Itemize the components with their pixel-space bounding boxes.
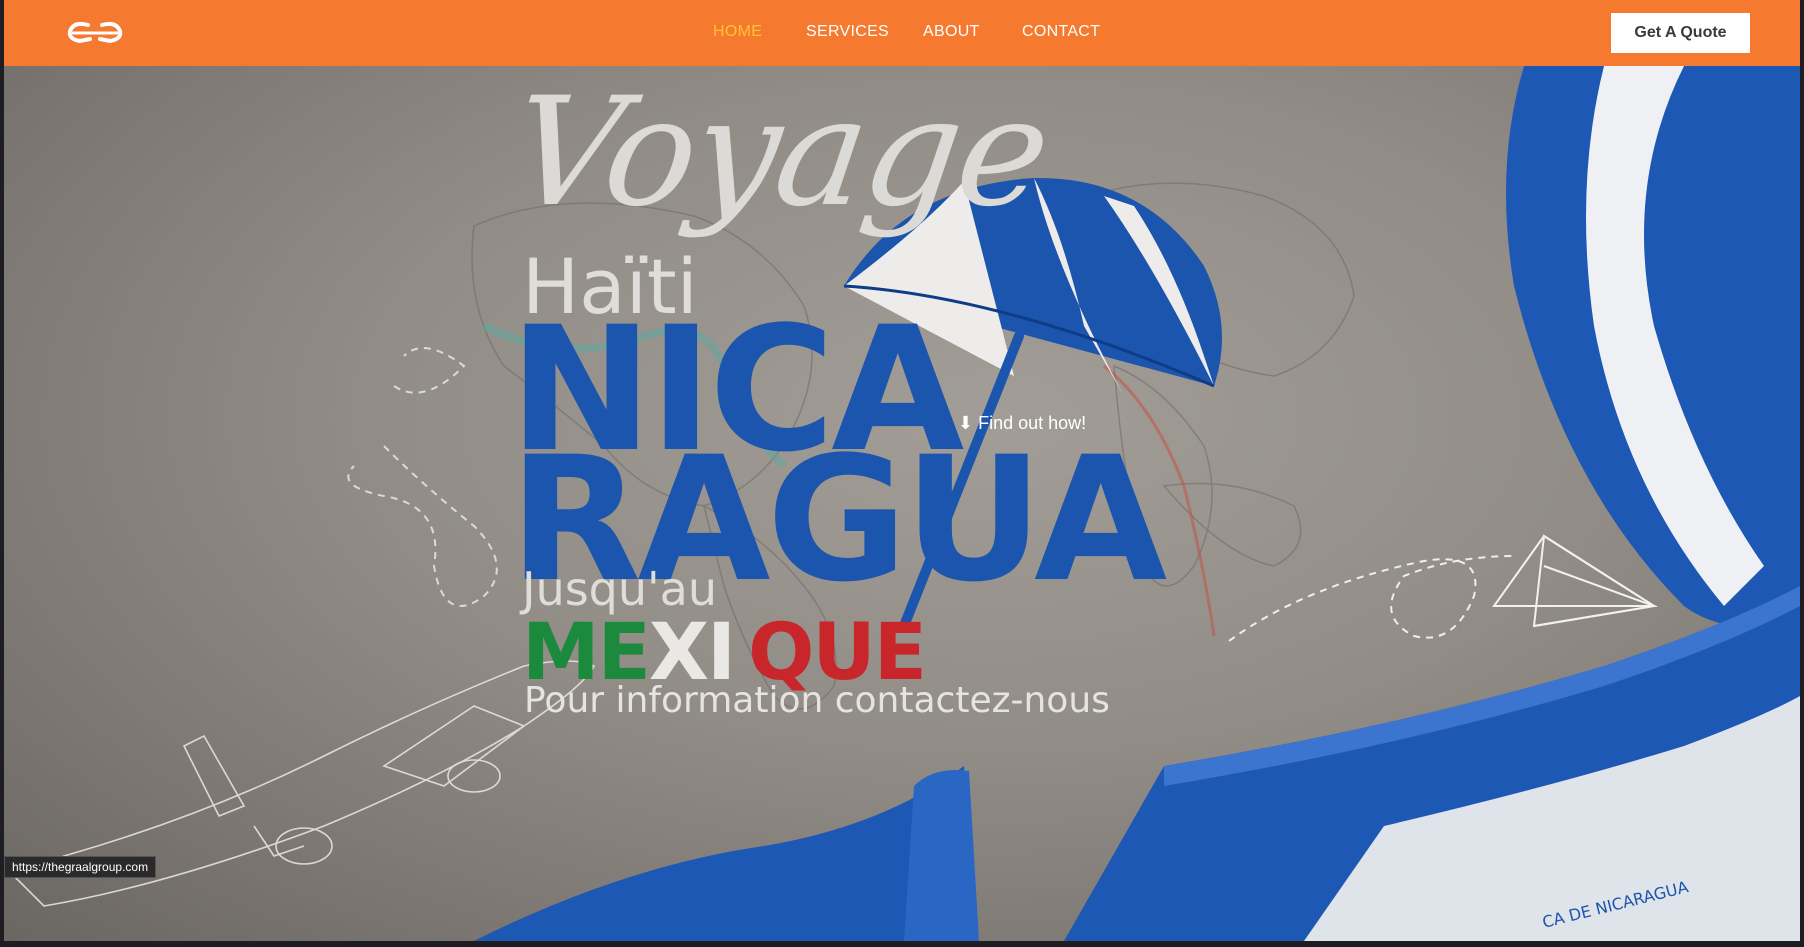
nav-contact[interactable]: CONTACT [1022, 23, 1100, 41]
hero-banner: CA DE NICARAGUA Voyage Haïti NICA RAGUA … [4, 66, 1800, 941]
main-nav: HOME SERVICES ABOUT CONTACT [4, 0, 1800, 66]
dashed-plane-path [1228, 555, 1515, 642]
nicaragua-flag-ribbon [1064, 66, 1800, 941]
hero-contact-line: Pour information contactez-nous [524, 680, 1110, 721]
link-status-bar: https://thegraalgroup.com [4, 856, 157, 878]
arrow-down-icon: ⬇ [958, 413, 979, 433]
nav-services[interactable]: SERVICES [806, 23, 889, 41]
browser-viewport: HOME SERVICES ABOUT CONTACT Get A Quote [4, 0, 1800, 941]
get-a-quote-button[interactable]: Get A Quote [1611, 13, 1750, 53]
dashed-flight-path [347, 347, 498, 607]
paper-plane-icon [1492, 534, 1658, 628]
bottom-flag-ribbon [474, 766, 979, 941]
find-out-how-link[interactable]: ⬇ Find out how! [958, 413, 1086, 434]
nav-about[interactable]: ABOUT [923, 23, 980, 41]
hero-script-title: Voyage [501, 66, 1059, 240]
nav-home[interactable]: HOME [713, 23, 762, 41]
site-header: HOME SERVICES ABOUT CONTACT Get A Quote [4, 0, 1800, 66]
find-out-label: Find out how! [978, 413, 1087, 433]
